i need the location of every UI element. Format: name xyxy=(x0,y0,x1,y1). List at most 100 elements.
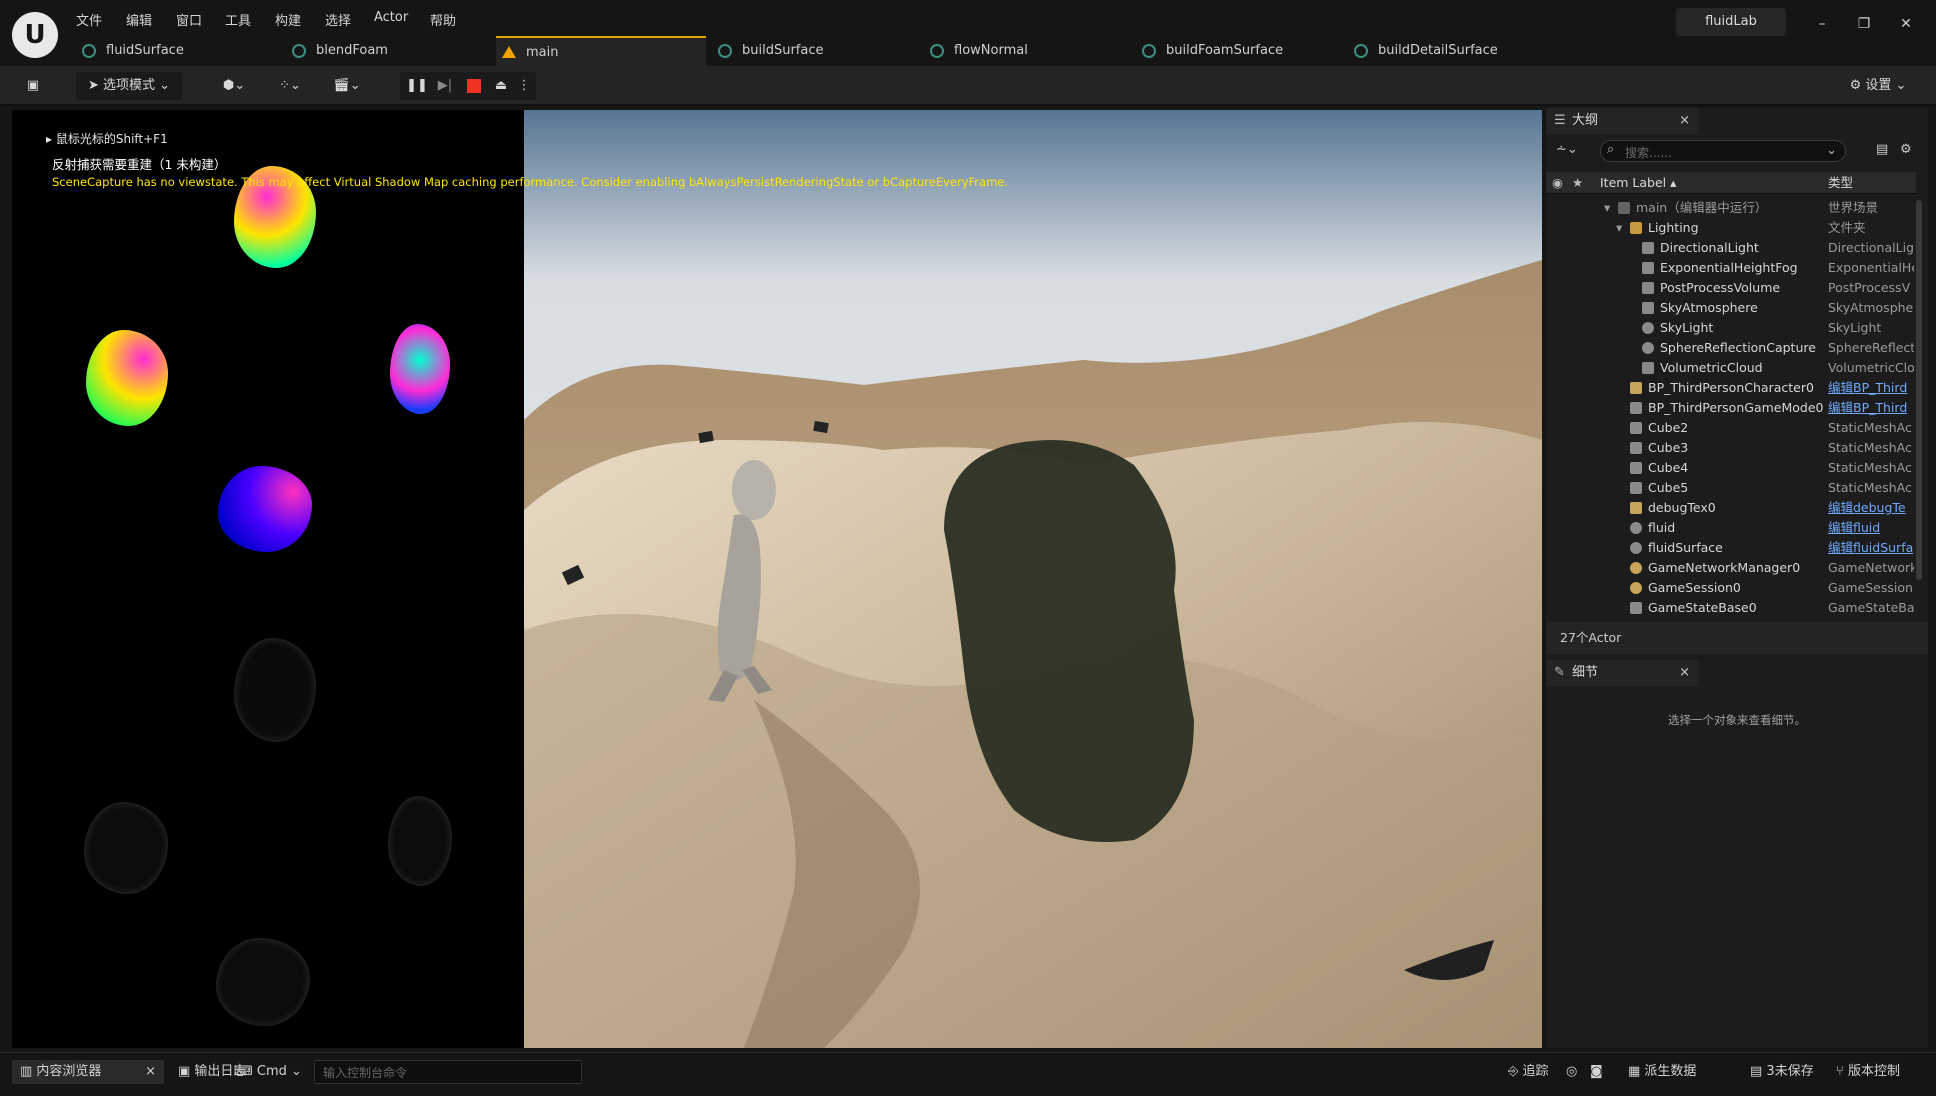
edit-blueprint-link[interactable]: 编辑BP_Third xyxy=(1828,378,1914,398)
pencil-icon: ✎ xyxy=(1554,665,1565,680)
tab-build-detail-surface[interactable]: buildDetailSurface xyxy=(1348,36,1558,66)
tree-row-height-fog[interactable]: ExponentialHeightFog ExponentialHe xyxy=(1546,258,1916,278)
menu-actor[interactable]: Actor xyxy=(374,10,408,30)
content-browser-button[interactable]: ▥ 内容浏览器 × xyxy=(12,1060,164,1084)
close-drawer-icon[interactable]: × xyxy=(145,1060,156,1084)
source-control-status-icon[interactable]: ◎ xyxy=(1566,1060,1577,1084)
pin-star-icon[interactable]: ★ xyxy=(1572,172,1583,194)
stop-icon xyxy=(467,79,481,93)
row-type: GameStateBa xyxy=(1828,600,1914,615)
row-label: SphereReflectionCapture xyxy=(1660,340,1816,355)
tree-row-world[interactable]: ▾ main（编辑器中运行） 世界场景 xyxy=(1546,198,1916,218)
camera-icon[interactable]: ◙ xyxy=(1590,1060,1603,1084)
maximize-button[interactable]: ❐ xyxy=(1850,14,1878,34)
tree-row-sphere-reflection[interactable]: SphereReflectionCapture SphereReflect xyxy=(1546,338,1916,358)
tree-row-game-state-base[interactable]: GameStateBase0 GameStateBa xyxy=(1546,598,1916,618)
tab-build-surface[interactable]: buildSurface xyxy=(712,36,912,66)
level-viewport[interactable] xyxy=(524,110,1542,1048)
row-label: SkyAtmosphere xyxy=(1660,300,1758,315)
tab-main[interactable]: main xyxy=(496,36,706,66)
expand-arrow-icon[interactable]: ▾ xyxy=(1604,198,1610,218)
debug-blob-2 xyxy=(86,330,168,426)
cmd-selector[interactable]: ⌨ Cmd ⌄ xyxy=(234,1060,304,1084)
tree-row-game-network-manager[interactable]: GameNetworkManager0 GameNetwork xyxy=(1546,558,1916,578)
add-folder-icon[interactable]: ▤ xyxy=(1876,142,1888,157)
frame-skip-icon[interactable]: ▶| xyxy=(432,72,458,100)
tree-row-cube4[interactable]: Cube4 StaticMeshAc xyxy=(1546,458,1916,478)
tree-row-volumetric-cloud[interactable]: VolumetricCloud VolumetricClo xyxy=(1546,358,1916,378)
eject-icon[interactable]: ⏏ xyxy=(488,72,514,100)
menu-help[interactable]: 帮助 xyxy=(430,10,456,30)
tree-row-cube3[interactable]: Cube3 StaticMeshAc xyxy=(1546,438,1916,458)
menu-edit[interactable]: 编辑 xyxy=(126,10,152,30)
edit-blueprint-link[interactable]: 编辑BP_Third xyxy=(1828,398,1914,418)
more-options-icon[interactable]: ⋮ xyxy=(516,72,532,100)
menu-tools[interactable]: 工具 xyxy=(225,10,251,30)
tab-label: flowNormal xyxy=(954,43,1028,58)
unsaved-button[interactable]: ▤ 3未保存 xyxy=(1750,1060,1814,1084)
column-item-label[interactable]: Item Label ▴ xyxy=(1600,172,1676,194)
tree-row-third-person-gamemode[interactable]: BP_ThirdPersonGameMode0 编辑BP_Third xyxy=(1546,398,1916,418)
blueprint-menu-button[interactable]: ⁘⌄ xyxy=(268,72,312,100)
row-type: PostProcessV xyxy=(1828,280,1911,295)
column-type[interactable]: 类型 xyxy=(1828,172,1853,194)
tree-row-lighting[interactable]: ▾ Lighting 文件夹 xyxy=(1546,218,1916,238)
search-placeholder: 搜索...... xyxy=(1625,146,1672,160)
edit-blueprint-link[interactable]: 编辑debugTe xyxy=(1828,498,1914,518)
row-label: Cube2 xyxy=(1648,420,1689,435)
tree-row-cube5[interactable]: Cube5 StaticMeshAc xyxy=(1546,478,1916,498)
settings-button[interactable]: ⚙ 设置 ⌄ xyxy=(1838,72,1918,100)
expand-arrow-icon[interactable]: ▾ xyxy=(1616,218,1622,238)
game-state-icon xyxy=(1630,602,1642,614)
close-tab-icon[interactable]: × xyxy=(1679,660,1690,686)
edit-blueprint-link[interactable]: 编辑fluidSurfa xyxy=(1828,538,1914,558)
tree-row-debug-tex[interactable]: debugTex0 编辑debugTe xyxy=(1546,498,1916,518)
tree-row-sky-atmosphere[interactable]: SkyAtmosphere SkyAtmosphe xyxy=(1546,298,1916,318)
tab-flow-normal[interactable]: flowNormal xyxy=(924,36,1124,66)
tree-row-sky-light[interactable]: SkyLight SkyLight xyxy=(1546,318,1916,338)
menu-build[interactable]: 构建 xyxy=(275,10,301,30)
edit-blueprint-link[interactable]: 编辑fluid xyxy=(1828,518,1914,538)
tab-blend-foam[interactable]: blendFoam xyxy=(286,36,486,66)
tree-row-post-process[interactable]: PostProcessVolume PostProcessV xyxy=(1546,278,1916,298)
outliner-scrollbar[interactable] xyxy=(1916,200,1922,580)
tab-label: buildSurface xyxy=(742,43,824,58)
tree-row-third-person-character[interactable]: BP_ThirdPersonCharacter0 编辑BP_Third xyxy=(1546,378,1916,398)
tree-row-fluid-surface[interactable]: fluidSurface 编辑fluidSurfa xyxy=(1546,538,1916,558)
add-actor-button[interactable]: ⬢⌄ xyxy=(212,72,256,100)
filter-icon[interactable]: ⩪⌄ xyxy=(1556,142,1578,157)
tree-row-cube2[interactable]: Cube2 StaticMeshAc xyxy=(1546,418,1916,438)
outliner-tab[interactable]: ☰ 大纲 × xyxy=(1546,108,1698,134)
derived-data-button[interactable]: ▦ 派生数据 xyxy=(1628,1060,1696,1084)
stop-button[interactable] xyxy=(462,72,486,100)
source-control-button[interactable]: ⑂ 版本控制 xyxy=(1836,1060,1900,1084)
hint-text: 鼠标光标的Shift+F1 xyxy=(55,132,168,146)
minimize-button[interactable]: – xyxy=(1808,14,1836,34)
tree-row-game-session[interactable]: GameSession0 GameSession xyxy=(1546,578,1916,598)
unsaved-icon: ▤ xyxy=(1750,1064,1767,1079)
tab-fluid-surface[interactable]: fluidSurface xyxy=(76,36,276,66)
unreal-logo-icon[interactable]: U xyxy=(12,12,58,58)
viewstate-warning: SceneCapture has no viewstate. This may … xyxy=(52,175,1008,189)
tab-build-foam-surface[interactable]: buildFoamSurface xyxy=(1136,36,1336,66)
material-icon xyxy=(292,44,306,58)
menu-file[interactable]: 文件 xyxy=(76,10,102,30)
console-command-input[interactable]: 输入控制台命令 xyxy=(314,1060,582,1084)
mode-selector[interactable]: ➤ 选项模式 ⌄ xyxy=(76,72,182,100)
tree-row-fluid[interactable]: fluid 编辑fluid xyxy=(1546,518,1916,538)
pause-icon[interactable]: ❚❚ xyxy=(404,72,430,100)
close-window-button[interactable]: ✕ xyxy=(1892,14,1920,34)
menu-window[interactable]: 窗口 xyxy=(176,10,202,30)
visibility-eye-icon[interactable]: ◉ xyxy=(1552,172,1563,194)
chevron-down-icon[interactable]: ⌄ xyxy=(1826,143,1837,158)
cinematics-button[interactable]: 🎬︎⌄ xyxy=(324,72,370,100)
close-tab-icon[interactable]: × xyxy=(1679,108,1690,134)
save-icon[interactable]: ▣ xyxy=(18,72,48,100)
tree-row-directional-light[interactable]: DirectionalLight DirectionalLig xyxy=(1546,238,1916,258)
trace-button[interactable]: ⎆ 追踪 xyxy=(1508,1060,1549,1084)
row-type: ExponentialHe xyxy=(1828,260,1914,275)
details-tab[interactable]: ✎ 细节 × xyxy=(1546,660,1698,686)
menu-select[interactable]: 选择 xyxy=(325,10,351,30)
outliner-settings-icon[interactable]: ⚙ xyxy=(1900,142,1912,157)
outliner-search-input[interactable]: ⌕ 搜索...... ⌄ xyxy=(1600,140,1846,162)
